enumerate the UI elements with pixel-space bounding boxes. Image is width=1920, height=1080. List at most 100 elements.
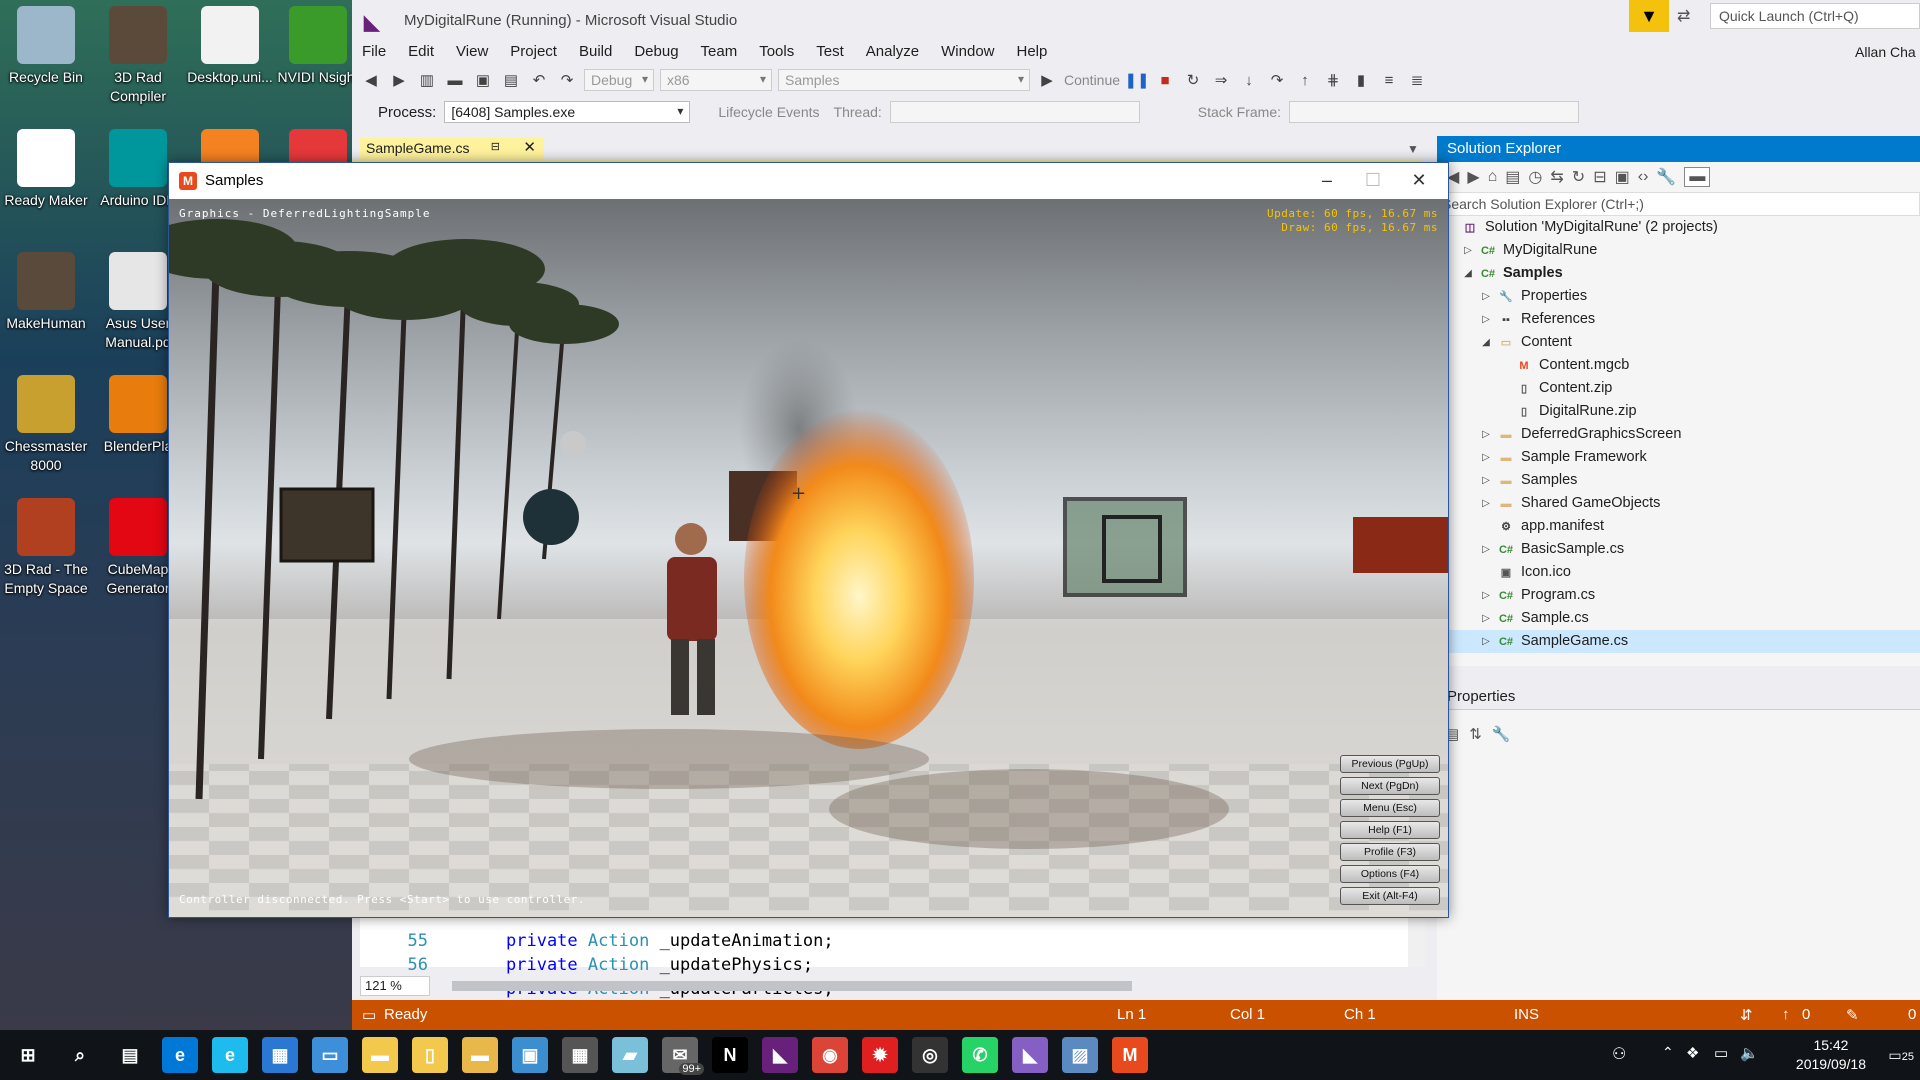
image-viewer-icon[interactable]: ▨ <box>1062 1037 1098 1073</box>
game-menu-button[interactable]: Help (F1) <box>1340 821 1440 839</box>
tree-item[interactable]: ▷ 🔧 Properties <box>1437 285 1920 308</box>
edge-icon[interactable]: e <box>162 1037 198 1073</box>
switch-views-icon[interactable]: ▤ <box>1505 167 1520 187</box>
settings-gear-icon[interactable]: ✹ <box>862 1037 898 1073</box>
clock[interactable]: 15:42 2019/09/18 <box>1796 1036 1866 1074</box>
tree-item[interactable]: ⚙ app.manifest <box>1437 515 1920 538</box>
minimize-button[interactable]: – <box>1304 165 1350 195</box>
forward-icon[interactable]: ▶ <box>388 69 410 91</box>
menu-help[interactable]: Help <box>1007 40 1060 64</box>
undo-icon[interactable]: ↶ <box>528 69 550 91</box>
refresh-icon[interactable]: ↻ <box>1572 167 1585 187</box>
menu-analyze[interactable]: Analyze <box>856 40 931 64</box>
collapsed-arrow-icon[interactable]: ▷ <box>1479 423 1493 446</box>
process-select[interactable]: [6408] Samples.exe <box>444 101 691 123</box>
show-all-files-icon[interactable]: ▣ <box>1615 167 1630 187</box>
maximize-button[interactable]: ☐ <box>1350 165 1396 195</box>
whatsapp-icon[interactable]: ✆ <box>962 1037 998 1073</box>
collapse-all-icon[interactable]: ⊟ <box>1593 167 1606 187</box>
step-out-icon[interactable]: ↑ <box>1294 69 1316 91</box>
show-next-statement-icon[interactable]: ⇒ <box>1210 69 1232 91</box>
search-icon[interactable]: ⌕ <box>62 1037 98 1073</box>
menu-team[interactable]: Team <box>691 40 750 64</box>
collapsed-arrow-icon[interactable]: ▷ <box>1479 584 1493 607</box>
menu-debug[interactable]: Debug <box>624 40 690 64</box>
netflix-icon[interactable]: N <box>712 1037 748 1073</box>
desktop-icon[interactable]: NVIDI Nsight <box>272 6 352 87</box>
solution-search-input[interactable]: Search Solution Explorer (Ctrl+;) <box>1437 192 1920 216</box>
notification-center-icon[interactable]: ▭ 25 <box>1880 1040 1914 1070</box>
doc-tab-samplegame[interactable]: SampleGame.cs ⊟ ✕ <box>360 138 544 160</box>
close-icon[interactable]: ✕ <box>523 138 536 156</box>
volume-icon[interactable]: 🔈 <box>1740 1044 1759 1062</box>
tree-item[interactable]: ◫ Solution 'MyDigitalRune' (2 projects) <box>1437 216 1920 239</box>
desktop-icon[interactable]: Chessmaster 8000 <box>0 375 92 475</box>
visual-studio-2-icon[interactable]: ◣ <box>1012 1037 1048 1073</box>
continue-icon[interactable]: ▶ <box>1036 69 1058 91</box>
tree-item[interactable]: ▷ C# Sample.cs <box>1437 607 1920 630</box>
collapsed-arrow-icon[interactable]: ▷ <box>1479 607 1493 630</box>
menu-tools[interactable]: Tools <box>749 40 806 64</box>
tree-item[interactable]: M Content.mgcb <box>1437 354 1920 377</box>
tree-item[interactable]: ◢ C# Samples <box>1437 262 1920 285</box>
break-all-icon[interactable]: ❚❚ <box>1124 69 1149 91</box>
collapsed-arrow-icon[interactable]: ▷ <box>1479 446 1493 469</box>
lifecycle-events-button[interactable]: Lifecycle Events <box>718 104 819 120</box>
game-menu-button[interactable]: Exit (Alt-F4) <box>1340 887 1440 905</box>
stop-debugging-icon[interactable]: ■ <box>1154 69 1176 91</box>
filter-icon[interactable]: ▼ <box>1629 0 1669 32</box>
menu-window[interactable]: Window <box>931 40 1006 64</box>
tree-item[interactable]: ▷ ▬ Samples <box>1437 469 1920 492</box>
desktop-icon[interactable]: MakeHuman <box>0 252 92 333</box>
pin-icon[interactable]: ⊟ <box>491 140 500 153</box>
step-into-icon[interactable]: ↓ <box>1238 69 1260 91</box>
stack-frame-select[interactable] <box>1289 101 1580 123</box>
horizontal-scrollbar[interactable] <box>440 981 1400 991</box>
calculator-icon[interactable]: ▦ <box>562 1037 598 1073</box>
mail-icon[interactable]: ✉ 99+ <box>662 1037 704 1075</box>
tree-item[interactable]: ▷ ▬ Shared GameObjects <box>1437 492 1920 515</box>
desktop-icon[interactable]: 3D Rad Compiler <box>92 6 184 106</box>
game-menu-button[interactable]: Next (PgDn) <box>1340 777 1440 795</box>
alphabetical-icon[interactable]: ⇅ <box>1469 725 1482 743</box>
tree-item[interactable]: ▷ C# MyDigitalRune <box>1437 239 1920 262</box>
step-over-icon[interactable]: ↷ <box>1266 69 1288 91</box>
menu-file[interactable]: File <box>352 40 398 64</box>
quick-launch-input[interactable]: Quick Launch (Ctrl+Q) <box>1710 3 1920 29</box>
pencil-icon[interactable]: ✎ <box>1846 1006 1859 1024</box>
save-all-icon[interactable]: ▤ <box>500 69 522 91</box>
menu-view[interactable]: View <box>446 40 500 64</box>
people-icon[interactable]: ⚇ <box>1612 1044 1626 1064</box>
tree-item[interactable]: ▷ C# SampleGame.cs <box>1437 630 1920 653</box>
visual-studio-icon[interactable]: ◣ <box>762 1037 798 1073</box>
hex-icon[interactable]: ⋕ <box>1322 69 1344 91</box>
start-icon[interactable]: ⊞ <box>10 1037 46 1073</box>
scroll-thumb[interactable] <box>452 981 1132 991</box>
continue-button[interactable]: Continue <box>1064 72 1120 88</box>
battery-icon[interactable]: ▭ <box>1714 1044 1728 1062</box>
tree-item[interactable]: ▯ Content.zip <box>1437 377 1920 400</box>
obs-icon[interactable]: ◎ <box>912 1037 948 1073</box>
game-menu-button[interactable]: Profile (F3) <box>1340 843 1440 861</box>
forward-icon[interactable]: ▶ <box>1467 167 1479 187</box>
tree-item[interactable]: ▷ ▪▪ References <box>1437 308 1920 331</box>
collapsed-arrow-icon[interactable]: ▷ <box>1479 469 1493 492</box>
tree-item[interactable]: ▣ Icon.ico <box>1437 561 1920 584</box>
property-pages-icon[interactable]: 🔧 <box>1492 725 1511 743</box>
view-code-icon[interactable]: ‹› <box>1638 168 1649 186</box>
close-button[interactable]: ✕ <box>1396 165 1442 195</box>
task-view-icon[interactable]: ▤ <box>112 1037 148 1073</box>
tree-item[interactable]: ▷ ▬ Sample Framework <box>1437 446 1920 469</box>
desktop-icon[interactable]: 3D Rad - The Empty Space <box>0 498 92 598</box>
tree-item[interactable]: ▯ DigitalRune.zip <box>1437 400 1920 423</box>
pc-icon[interactable]: ▭ <box>312 1037 348 1073</box>
configuration-select[interactable]: Debug <box>584 69 654 91</box>
chrome-icon[interactable]: ◉ <box>812 1037 848 1073</box>
expanded-arrow-icon[interactable]: ◢ <box>1479 331 1493 354</box>
tree-item[interactable]: ▷ C# Program.cs <box>1437 584 1920 607</box>
redo-icon[interactable]: ↷ <box>556 69 578 91</box>
collapsed-arrow-icon[interactable]: ▷ <box>1479 538 1493 561</box>
menu-project[interactable]: Project <box>500 40 569 64</box>
new-project-icon[interactable]: ▥ <box>416 69 438 91</box>
startup-project-select[interactable]: Samples <box>778 69 1030 91</box>
